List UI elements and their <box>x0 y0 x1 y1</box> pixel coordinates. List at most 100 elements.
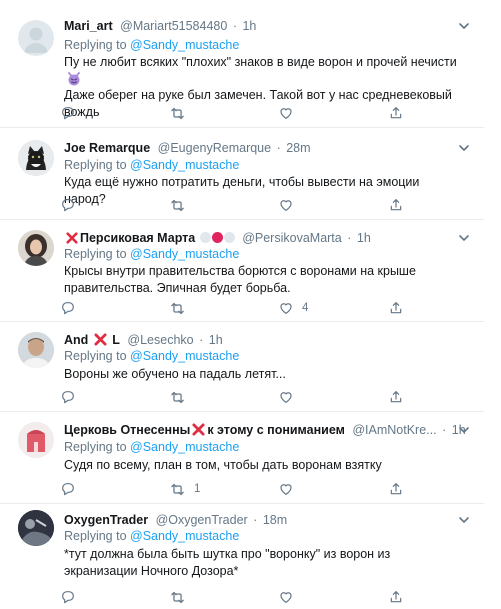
retweet-icon <box>169 481 186 498</box>
trader-avatar-icon <box>18 510 54 546</box>
share-button[interactable] <box>388 196 404 214</box>
timestamp[interactable]: 18m <box>263 513 287 527</box>
display-name[interactable]: Joe Remarque <box>64 141 150 155</box>
display-name-part: Церковь Отнесенны <box>64 423 191 437</box>
tweet-card[interactable]: OxygenTrader @OxygenTrader · 18m Replyin… <box>0 504 484 609</box>
chevron-down-icon[interactable] <box>459 516 469 524</box>
tweet-header: Персиковая Марта @PersikovaMarta · 1h <box>64 230 371 246</box>
tweet-card[interactable]: Mari_art @Mariart51584480 · 1h Replying … <box>0 0 484 128</box>
reply-button[interactable] <box>60 588 76 606</box>
tweet-text: Судя по всему, план в том, чтобы дать во… <box>64 458 382 472</box>
avatar[interactable] <box>18 332 54 368</box>
reply-button[interactable] <box>60 104 76 122</box>
timestamp[interactable]: 1h <box>357 231 371 245</box>
retweet-count: 1 <box>194 483 201 495</box>
reply-button[interactable] <box>60 299 76 317</box>
heart-icon <box>278 389 294 405</box>
like-button[interactable] <box>278 196 294 214</box>
replying-to-label: Replying to <box>64 38 131 52</box>
separator-dot: · <box>199 333 204 347</box>
church-avatar-icon <box>18 422 54 458</box>
reply-mention-link[interactable]: @Sandy_mustache <box>130 38 239 52</box>
separator-dot: · <box>253 513 258 527</box>
avatar[interactable] <box>18 510 54 546</box>
display-name[interactable]: Персиковая Марта <box>80 231 195 245</box>
reply-button[interactable] <box>60 388 76 406</box>
reply-button[interactable] <box>60 196 76 214</box>
man-avatar-icon <box>18 332 54 368</box>
heart-icon <box>278 300 294 316</box>
share-icon <box>388 105 404 121</box>
retweet-button[interactable] <box>169 588 186 606</box>
user-handle[interactable]: @EugenyRemarque <box>158 141 271 155</box>
chevron-down-icon[interactable] <box>459 234 469 242</box>
heart-icon <box>278 105 294 121</box>
share-icon <box>388 481 404 497</box>
tweet-actions <box>60 196 460 214</box>
tweet-card[interactable]: Joe Remarque @EugenyRemarque · 28m Reply… <box>0 128 484 220</box>
tweet-actions: 4 <box>60 299 460 317</box>
separator-dot: · <box>276 141 281 155</box>
display-name[interactable]: Церковь Отнесенны к этому с пониманием <box>64 423 345 437</box>
chevron-down-icon[interactable] <box>459 426 469 434</box>
retweet-button[interactable] <box>169 299 186 317</box>
display-name[interactable]: Mari_art <box>64 19 113 33</box>
retweet-icon <box>169 197 186 214</box>
reply-mention-link[interactable]: @Sandy_mustache <box>130 247 239 261</box>
like-button[interactable]: 4 <box>278 299 308 317</box>
reply-mention-link[interactable]: @Sandy_mustache <box>130 529 239 543</box>
replying-to-label: Replying to <box>64 158 131 172</box>
reply-mention-link[interactable]: @Sandy_mustache <box>130 158 239 172</box>
replying-to: Replying to @Sandy_mustache <box>64 37 239 53</box>
chevron-down-icon[interactable] <box>459 144 469 152</box>
timestamp[interactable]: 1h <box>242 19 256 33</box>
like-button[interactable] <box>278 480 294 498</box>
heart-icon <box>278 197 294 213</box>
replying-to: Replying to @Sandy_mustache <box>64 528 239 544</box>
tweet-card[interactable]: Церковь Отнесенны к этому с пониманием @I… <box>0 412 484 504</box>
tweet-text: Крысы внутри правительства борются с вор… <box>64 264 416 295</box>
avatar[interactable] <box>18 140 54 176</box>
user-handle[interactable]: @OxygenTrader <box>156 513 248 527</box>
tweet-card[interactable]: And L @Lesechko · 1h Replying to @Sandy_… <box>0 322 484 412</box>
timestamp[interactable]: 1h <box>209 333 223 347</box>
timestamp[interactable]: 28m <box>286 141 310 155</box>
avatar[interactable] <box>18 422 54 458</box>
like-button[interactable] <box>278 388 294 406</box>
user-handle[interactable]: @Lesechko <box>127 333 193 347</box>
retweet-button[interactable]: 1 <box>169 480 200 498</box>
retweet-button[interactable] <box>169 104 186 122</box>
reply-button[interactable] <box>60 480 76 498</box>
user-handle[interactable]: @PersikovaMarta <box>242 231 342 245</box>
reply-mention-link[interactable]: @Sandy_mustache <box>130 440 239 454</box>
tweet-text: Вороны же обучено на падаль летят... <box>64 367 286 381</box>
share-icon <box>388 389 404 405</box>
user-handle[interactable]: @IAmNotKre... <box>352 423 436 437</box>
retweet-button[interactable] <box>169 196 186 214</box>
retweet-icon <box>169 389 186 406</box>
tweet-actions <box>60 104 460 122</box>
tweet-header: And L @Lesechko · 1h <box>64 332 223 348</box>
woman-avatar-icon <box>18 230 54 266</box>
share-button[interactable] <box>388 480 404 498</box>
heart-icon <box>278 589 294 605</box>
retweet-button[interactable] <box>169 388 186 406</box>
share-button[interactable] <box>388 104 404 122</box>
reply-icon <box>60 197 76 213</box>
share-button[interactable] <box>388 588 404 606</box>
chevron-down-icon[interactable] <box>459 22 469 30</box>
display-name[interactable]: And L <box>64 333 120 347</box>
like-button[interactable] <box>278 588 294 606</box>
reply-mention-link[interactable]: @Sandy_mustache <box>130 349 239 363</box>
avatar[interactable] <box>18 20 54 56</box>
user-handle[interactable]: @Mariart51584480 <box>120 19 227 33</box>
share-button[interactable] <box>388 299 404 317</box>
red-circle-emoji-icon <box>211 232 223 243</box>
red-x-emoji-icon <box>192 423 205 436</box>
display-name[interactable]: OxygenTrader <box>64 513 148 527</box>
like-button[interactable] <box>278 104 294 122</box>
replying-to: Replying to @Sandy_mustache <box>64 439 239 455</box>
avatar[interactable] <box>18 230 54 266</box>
share-button[interactable] <box>388 388 404 406</box>
tweet-card[interactable]: Персиковая Марта @PersikovaMarta · 1h Re… <box>0 220 484 322</box>
